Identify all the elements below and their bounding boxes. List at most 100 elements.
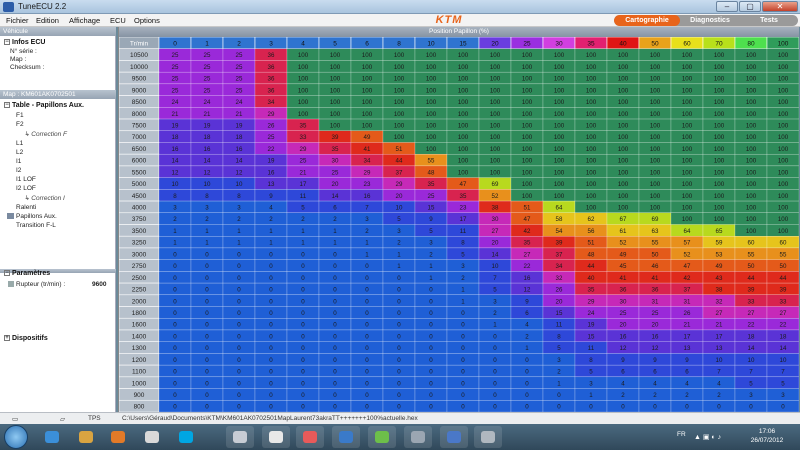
table-cell-value: 1 — [205, 228, 209, 235]
table-cell-value: 0 — [429, 333, 433, 340]
table-cell-value: 100 — [426, 99, 437, 106]
tab-cartographie[interactable]: Cartographie — [614, 15, 680, 26]
clock[interactable]: 17:06 26/07/2012 — [742, 427, 792, 445]
table-cell-value: 0 — [269, 357, 273, 364]
table-cell-value: 100 — [618, 193, 629, 200]
tab-tests[interactable]: Tests — [740, 15, 798, 26]
table-cell-value: 25 — [428, 193, 435, 200]
status-bar: ▭ ▱ TPS C:\Users\Géraud\Documents\KTM\KM… — [0, 412, 800, 424]
tree-item-correction-f[interactable]: ↳ Correction F — [24, 130, 67, 138]
table-cell-value: 35 — [428, 181, 435, 188]
tree-item-i1-lof[interactable]: I1 LOF — [16, 176, 36, 183]
table-cell-value: 20 — [556, 298, 563, 305]
infos-ecu-header[interactable]: − Infos ECU — [4, 39, 45, 46]
tray-icons[interactable]: ▲ ▣ ◐ ♪ — [694, 433, 721, 441]
row-header-label: 5000 — [132, 181, 147, 188]
column-header-label: 100 — [778, 40, 789, 47]
table-cell-value: 100 — [362, 111, 373, 118]
row-header-label: 3250 — [132, 240, 147, 247]
table-cell-value: 22 — [524, 263, 531, 270]
fan-icon[interactable] — [404, 426, 432, 448]
table-cell-value: 12 — [204, 169, 211, 176]
chrome-icon[interactable] — [138, 426, 166, 448]
tree-item-papillons-aux[interactable]: Papillons Aux. — [7, 213, 57, 220]
grid-icon[interactable] — [440, 426, 468, 448]
earth-icon[interactable] — [332, 426, 360, 448]
windows-start-icon[interactable] — [4, 425, 28, 449]
table-cell-value: 47 — [524, 216, 531, 223]
menu-ecu[interactable]: ECU — [110, 16, 126, 25]
table-cell-value: 0 — [461, 404, 465, 411]
ie-icon[interactable] — [38, 426, 66, 448]
table-cell-value: 100 — [778, 122, 789, 129]
table-cell-value: 0 — [493, 392, 497, 399]
tab-diagnostics[interactable]: Diagnostics — [682, 15, 738, 26]
tree-item-correction-i[interactable]: ↳ Correction I — [24, 194, 65, 202]
collapse-icon[interactable]: − — [4, 270, 10, 277]
table-cell-value: 100 — [394, 134, 405, 141]
table-cell-value: 42 — [684, 275, 691, 282]
expand-icon[interactable]: + — [4, 335, 10, 342]
table-cell-value: 67 — [620, 216, 627, 223]
table-cell-value: 100 — [522, 146, 533, 153]
collapse-icon[interactable]: − — [4, 102, 10, 109]
paint-icon[interactable] — [262, 426, 290, 448]
menu-fichier[interactable]: Fichier — [6, 16, 29, 25]
skype-icon[interactable] — [172, 426, 200, 448]
table-cell-value: 100 — [778, 205, 789, 212]
tree-item-i1[interactable]: I1 — [16, 158, 21, 165]
table-cell-value: 0 — [429, 404, 433, 411]
table-cell-value: 0 — [365, 298, 369, 305]
menu-affichage[interactable]: Affichage — [69, 16, 100, 25]
tree-item-transition[interactable]: Transition F-L — [16, 222, 56, 229]
table-header[interactable]: − Table - Papillons Aux. — [4, 102, 84, 109]
minimize-button[interactable]: – — [716, 1, 738, 12]
palette-icon[interactable] — [368, 426, 396, 448]
language-indicator[interactable]: FR — [677, 431, 686, 438]
game-icon[interactable] — [296, 426, 324, 448]
table-cell-value: 64 — [684, 228, 691, 235]
table-cell-value: 25 — [652, 310, 659, 317]
tree-item-l2[interactable]: L2 — [16, 149, 23, 156]
close-button[interactable]: ✕ — [762, 1, 798, 12]
table-cell-value: 25 — [236, 64, 243, 71]
rupteur-value[interactable]: 9600 — [92, 281, 106, 288]
table-cell-value: 20 — [396, 193, 403, 200]
table-cell-value: 100 — [522, 158, 533, 165]
folder-icon[interactable] — [72, 426, 100, 448]
table-cell-value: 0 — [269, 392, 273, 399]
table-cell-value: 37 — [396, 169, 403, 176]
table-cell-value: 0 — [749, 404, 753, 411]
table-cell-value: 3 — [493, 298, 497, 305]
table-cell-value: 0 — [173, 333, 177, 340]
row-header-label: 1800 — [132, 310, 147, 317]
table-cell-value: 100 — [522, 134, 533, 141]
dispositifs-header[interactable]: + Dispositifs — [4, 335, 48, 342]
tree-item-i2-lof[interactable]: I2 LOF — [16, 185, 36, 192]
tree-item-i2[interactable]: I2 — [16, 167, 21, 174]
table-cell-value: 20 — [620, 322, 627, 329]
collapse-icon[interactable]: − — [4, 39, 10, 46]
menu-edition[interactable]: Edition — [36, 16, 59, 25]
table-cell-value: 16 — [364, 193, 371, 200]
table-cell-value: 100 — [490, 87, 501, 94]
media-icon[interactable] — [104, 426, 132, 448]
table-cell-value: 0 — [237, 287, 241, 294]
tree-item-f1[interactable]: F1 — [16, 112, 24, 119]
app-icon[interactable] — [226, 426, 254, 448]
params-header[interactable]: − Paramètres — [4, 270, 50, 277]
table-cell-value: 100 — [586, 122, 597, 129]
table-cell-value: 0 — [173, 392, 177, 399]
tree-item-f2[interactable]: F2 — [16, 121, 24, 128]
table-cell-value: 7 — [749, 369, 753, 376]
tree-item-l1[interactable]: L1 — [16, 140, 23, 147]
table-cell-value: 5 — [557, 345, 561, 352]
maximize-button[interactable]: ▢ — [739, 1, 761, 12]
tree-item-ralenti[interactable]: Ralenti — [16, 204, 36, 211]
menu-options[interactable]: Options — [134, 16, 160, 25]
left-panel: Véhicule − Infos ECU N° série : Map : Che… — [0, 27, 116, 412]
explorer-icon[interactable] — [474, 426, 502, 448]
table-cell-value: 100 — [586, 99, 597, 106]
table-cell-value: 11 — [556, 322, 563, 329]
table-cell-value: 0 — [237, 404, 241, 411]
